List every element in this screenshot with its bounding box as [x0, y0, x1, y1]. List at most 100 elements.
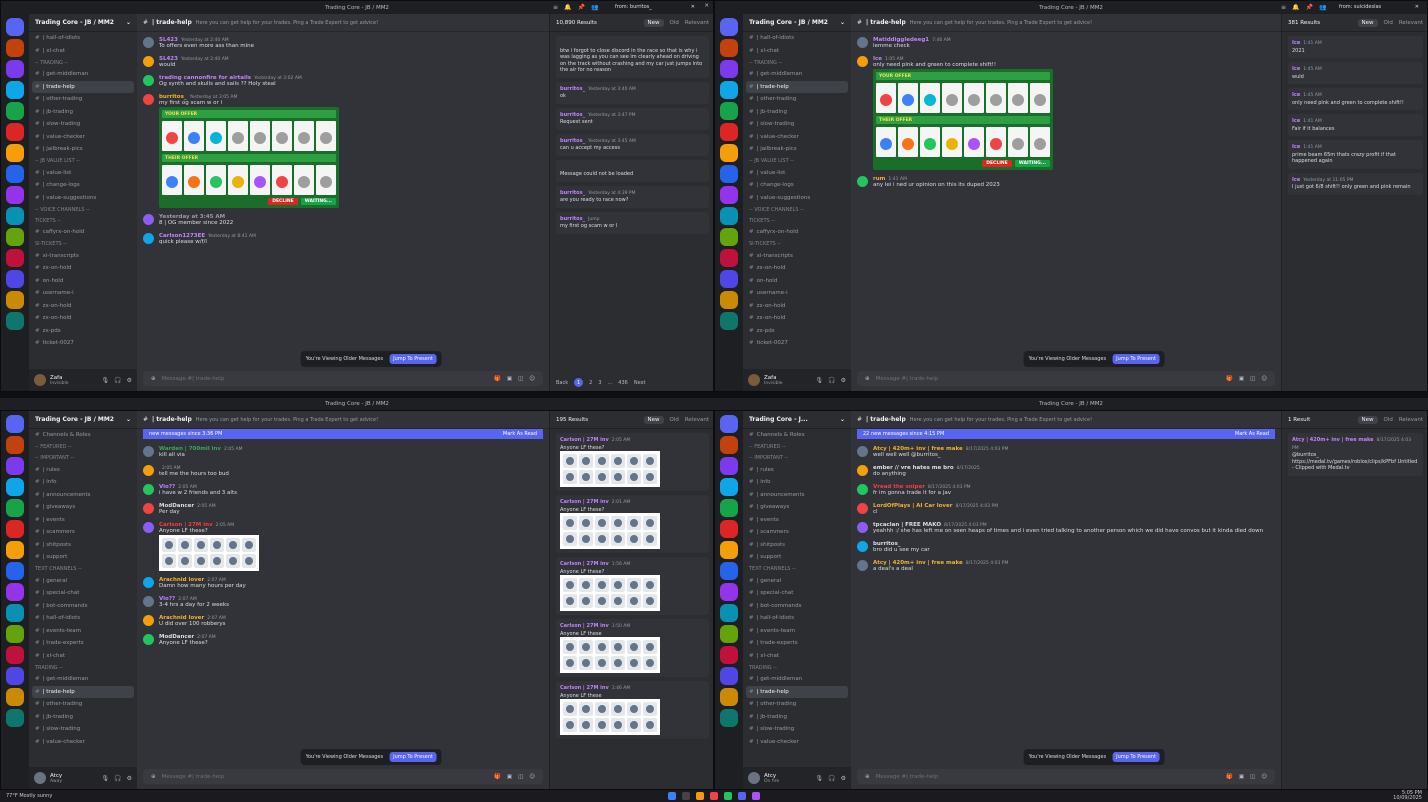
channel-item[interactable]: # | value-checker: [743, 736, 851, 749]
server-icon[interactable]: [6, 520, 24, 538]
avatar[interactable]: [143, 446, 154, 457]
server-icon[interactable]: [720, 123, 738, 141]
tab-new[interactable]: New: [1357, 415, 1378, 424]
server-icon[interactable]: [6, 270, 24, 288]
search-result[interactable]: Carlson | 27M inv 1:50 AM Anyone LF these: [556, 619, 709, 677]
search-input[interactable]: from: burritos_ ✕: [611, 2, 699, 12]
result-author[interactable]: Ice: [1292, 144, 1300, 150]
channel-item[interactable]: # Channels & Roles: [743, 429, 851, 442]
result-author[interactable]: Atcy | 420m+ inv | free make: [1292, 437, 1374, 443]
server-icon[interactable]: [6, 102, 24, 120]
avatar[interactable]: [857, 522, 868, 533]
result-author[interactable]: Ice: [1292, 118, 1300, 124]
server-icon[interactable]: [6, 709, 24, 727]
mic-icon[interactable]: 🎙: [102, 775, 110, 782]
server-icon[interactable]: [720, 18, 738, 36]
result-author[interactable]: burritos_: [560, 190, 585, 196]
channel-item[interactable]: # | trade-help: [32, 80, 134, 93]
result-author[interactable]: Carlson | 27M inv: [560, 499, 609, 505]
tab-relevant[interactable]: Relevant: [685, 20, 709, 26]
channel-item[interactable]: # zx-on-hold: [29, 300, 137, 313]
pin-icon[interactable]: 📌: [578, 4, 585, 11]
message[interactable]: tpcaclan | FREE MAKO 8/17/2025 4:03 PM yea…: [857, 521, 1275, 535]
channel-item[interactable]: # Channels & Roles: [29, 429, 137, 442]
server-icon[interactable]: [6, 18, 24, 36]
server-icon[interactable]: [720, 562, 738, 580]
channel-category[interactable]: TEXT CHANNELS --: [29, 564, 137, 575]
mark-as-read-button[interactable]: Mark As Read: [503, 431, 537, 437]
tab-relevant[interactable]: Relevant: [1399, 417, 1423, 423]
channel-topic[interactable]: Here you can get help for your trades. P…: [196, 20, 378, 26]
channel-item[interactable]: # ticket-0027: [743, 337, 851, 350]
gift-icon[interactable]: 🎁: [1226, 774, 1233, 780]
server-icon[interactable]: [6, 457, 24, 475]
channel-item[interactable]: # username-i: [743, 287, 851, 300]
channel-item[interactable]: # | value-suggestions: [29, 192, 137, 205]
search-result[interactable]: Ice 1:41 AM Fair if it balances: [1288, 114, 1423, 136]
channel-item[interactable]: # | get-middleman: [29, 68, 137, 81]
channel-category[interactable]: -- VOICE CHANNELS --: [29, 204, 137, 215]
channel-item[interactable]: # | rules: [29, 464, 137, 477]
app-icon[interactable]: [724, 792, 732, 800]
server-icon[interactable]: [720, 499, 738, 517]
server-icon[interactable]: [6, 291, 24, 309]
discord-icon[interactable]: [738, 792, 746, 800]
channel-item[interactable]: # | jailbreak-pics: [743, 143, 851, 156]
channel-item[interactable]: # zx-on-hold: [29, 262, 137, 275]
search-result[interactable]: Ice 1:45 AM only need pink and green to co…: [1288, 88, 1423, 110]
result-author[interactable]: Ice: [1292, 92, 1300, 98]
gear-icon[interactable]: ⚙: [127, 377, 132, 384]
avatar[interactable]: [143, 75, 154, 86]
page-3-button[interactable]: 3: [598, 380, 601, 386]
channel-item[interactable]: # | events-team: [29, 625, 137, 638]
channel-category[interactable]: -- VOICE CHANNELS --: [743, 204, 851, 215]
server-icon[interactable]: [6, 436, 24, 454]
message-author[interactable]: LordOfPlays | AI Car lover: [873, 503, 952, 509]
channel-item[interactable]: # | value-list: [29, 167, 137, 180]
channel-topic[interactable]: Here you can get help for your trades. P…: [910, 417, 1092, 423]
message[interactable]: Warden | 700mil inv 2:05 AM kill all via: [143, 445, 543, 459]
channel-item[interactable]: # | change-logs: [29, 179, 137, 192]
headphones-icon[interactable]: 🎧: [828, 775, 835, 782]
emoji-icon[interactable]: ☺: [1261, 376, 1267, 382]
channel-item[interactable]: # | scammers: [29, 526, 137, 539]
message[interactable]: trading cannonfire for airtails Yesterday…: [143, 74, 543, 88]
channel-category[interactable]: SI-TICKETS --: [743, 239, 851, 250]
server-icon[interactable]: [720, 39, 738, 57]
channel-item[interactable]: # | hall-of-idiots: [743, 32, 851, 45]
server-icon[interactable]: [6, 415, 24, 433]
channel-item[interactable]: # | scammers: [743, 526, 851, 539]
server-icon[interactable]: [6, 646, 24, 664]
channel-item[interactable]: # | events: [743, 514, 851, 527]
server-icon[interactable]: [720, 102, 738, 120]
server-icon[interactable]: [720, 457, 738, 475]
channel-item[interactable]: # | support: [743, 551, 851, 564]
channel-item[interactable]: # xi-transcripts: [743, 250, 851, 263]
search-input[interactable]: from: suicideslas ✕: [1335, 2, 1423, 12]
members-icon[interactable]: 👥: [591, 4, 598, 11]
channel-category[interactable]: TEXT CHANNELS --: [743, 564, 851, 575]
channel-category[interactable]: TRADING --: [29, 662, 137, 673]
channel-item[interactable]: # caffyrx-on-hold: [29, 226, 137, 239]
page-2-button[interactable]: 2: [589, 380, 592, 386]
headphones-icon[interactable]: 🎧: [114, 775, 121, 782]
result-author[interactable]: burritos_: [560, 216, 585, 222]
result-author[interactable]: Carlson | 27M inv: [560, 437, 609, 443]
channel-item[interactable]: # caffyrx-on-hold: [743, 226, 851, 239]
avatar[interactable]: [857, 465, 868, 476]
channel-category[interactable]: -- IMPORTANT --: [743, 453, 851, 464]
item-grid-image[interactable]: [560, 451, 660, 487]
channel-item[interactable]: # | rules: [743, 464, 851, 477]
channel-item[interactable]: # | slow-trading: [29, 723, 137, 736]
avatar[interactable]: [143, 233, 154, 244]
server-icon[interactable]: [6, 207, 24, 225]
result-author[interactable]: Carlson | 27M inv: [560, 623, 609, 629]
channel-item[interactable]: # | slow-trading: [29, 118, 137, 131]
channel-category[interactable]: -- JB VALUE LIST --: [743, 156, 851, 167]
channel-item[interactable]: # | special-chat: [29, 587, 137, 600]
avatar[interactable]: [34, 374, 46, 386]
avatar[interactable]: [143, 214, 154, 225]
message[interactable]: Vread the sniper 8/17/2025 4:03 PM fr im g…: [857, 483, 1275, 497]
gear-icon[interactable]: ⚙: [127, 775, 132, 782]
avatar[interactable]: [143, 37, 154, 48]
